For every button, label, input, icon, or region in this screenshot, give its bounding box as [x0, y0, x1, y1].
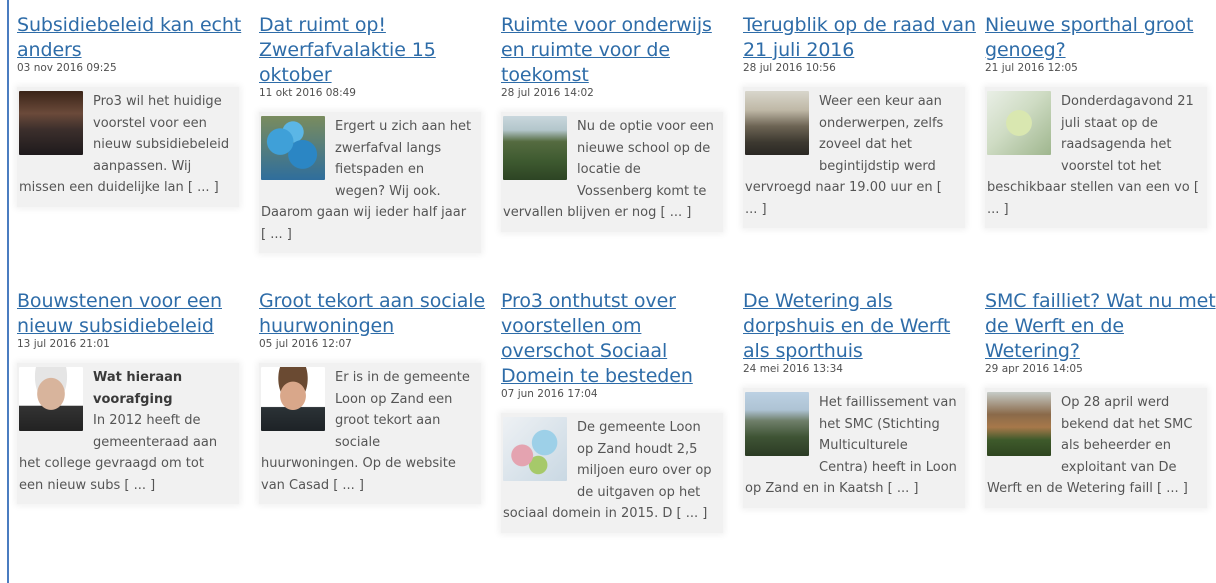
news-thumbnail[interactable]: [987, 392, 1051, 456]
news-item: SMC failliet? Wat nu met de Werft en de …: [985, 289, 1216, 583]
news-title-link[interactable]: Nieuwe sporthal groot genoeg?: [985, 13, 1216, 63]
news-title-link[interactable]: Ruimte voor onderwijs en ruimte voor de …: [501, 13, 735, 88]
news-item: Pro3 onthutst over voorstellen om oversc…: [501, 289, 743, 583]
news-item: Dat ruimt op! Zwerfafvalaktie 15 oktober…: [259, 13, 501, 289]
news-item: Nieuwe sporthal groot genoeg? 21 jul 201…: [985, 13, 1216, 289]
news-excerpt: Nu de optie voor een nieuwe school op de…: [501, 112, 723, 232]
news-thumbnail[interactable]: [261, 367, 325, 431]
news-thumbnail[interactable]: [745, 91, 809, 155]
news-excerpt: Pro3 wil het huidige voorstel voor een n…: [17, 87, 239, 207]
news-item: Groot tekort aan sociale huurwoningen 05…: [259, 289, 501, 583]
news-date: 24 mei 2016 13:34: [743, 363, 843, 375]
news-item: De Wetering als dorpshuis en de Werft al…: [743, 289, 985, 583]
news-date: 28 jul 2016 14:02: [501, 87, 594, 99]
news-date: 13 jul 2016 21:01: [17, 338, 110, 350]
news-excerpt: Weer een keur aan onderwerpen, zelfs zov…: [743, 87, 965, 228]
left-border: [7, 0, 9, 583]
news-item: Ruimte voor onderwijs en ruimte voor de …: [501, 13, 743, 289]
news-excerpt: Er is in de gemeente Loon op Zand een gr…: [259, 363, 481, 504]
news-thumbnail[interactable]: [987, 91, 1051, 155]
news-thumbnail[interactable]: [261, 116, 325, 180]
news-item: Subsidiebeleid kan echt anders 03 nov 20…: [17, 13, 259, 289]
news-thumbnail[interactable]: [503, 116, 567, 180]
news-item: Bouwstenen voor een nieuw subsidiebeleid…: [17, 289, 259, 583]
news-date: 11 okt 2016 08:49: [259, 87, 356, 99]
news-excerpt: De gemeente Loon op Zand houdt 2,5 miljo…: [501, 413, 723, 533]
news-title-link[interactable]: Dat ruimt op! Zwerfafvalaktie 15 oktober: [259, 13, 493, 88]
news-date: 07 jun 2016 17:04: [501, 388, 598, 400]
news-title-link[interactable]: Terugblik op de raad van 21 juli 2016: [743, 13, 977, 63]
news-excerpt: Donderdagavond 21 juli staat op de raads…: [985, 87, 1207, 228]
news-title-link[interactable]: Groot tekort aan sociale huurwoningen: [259, 289, 493, 339]
news-title-link[interactable]: Pro3 onthutst over voorstellen om oversc…: [501, 289, 735, 389]
news-date: 05 jul 2016 12:07: [259, 338, 352, 350]
news-excerpt: Het faillissement van het SMC (Stichting…: [743, 388, 965, 508]
news-excerpt: Op 28 april werd bekend dat het SMC als …: [985, 388, 1207, 508]
news-grid: Subsidiebeleid kan echt anders 03 nov 20…: [17, 13, 1216, 583]
news-excerpt-lead: Wat hieraan voorafging: [93, 370, 183, 407]
news-date: 03 nov 2016 09:25: [17, 62, 117, 74]
news-title-link[interactable]: SMC failliet? Wat nu met de Werft en de …: [985, 289, 1216, 364]
news-title-link[interactable]: Subsidiebeleid kan echt anders: [17, 13, 251, 63]
news-date: 29 apr 2016 14:05: [985, 363, 1083, 375]
news-excerpt: Ergert u zich aan het zwerfafval langs f…: [259, 112, 481, 253]
news-excerpt: Wat hieraan voorafging In 2012 heeft de …: [17, 363, 239, 504]
news-date: 21 jul 2016 12:05: [985, 62, 1078, 74]
news-date: 28 jul 2016 10:56: [743, 62, 836, 74]
news-thumbnail[interactable]: [745, 392, 809, 456]
news-thumbnail[interactable]: [19, 91, 83, 155]
news-title-link[interactable]: De Wetering als dorpshuis en de Werft al…: [743, 289, 977, 364]
news-thumbnail[interactable]: [503, 417, 567, 481]
news-title-link[interactable]: Bouwstenen voor een nieuw subsidiebeleid: [17, 289, 251, 339]
news-item: Terugblik op de raad van 21 juli 2016 28…: [743, 13, 985, 289]
news-thumbnail[interactable]: [19, 367, 83, 431]
news-page: Subsidiebeleid kan echt anders 03 nov 20…: [0, 0, 1216, 583]
